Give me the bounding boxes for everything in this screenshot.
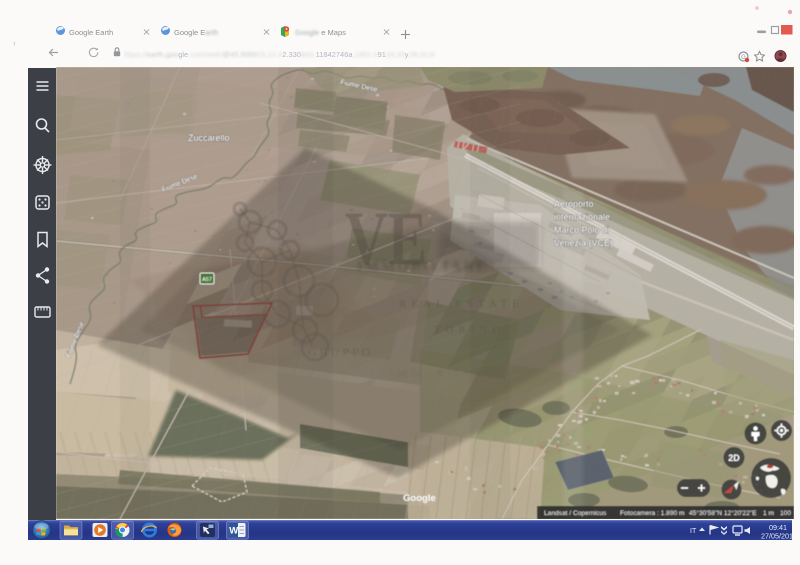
svg-text:r: r [13,40,18,48]
svg-text:27/05/2019: 27/05/2019 [761,531,792,540]
svg-text:GRUPPO: GRUPPO [308,345,373,359]
svg-text:A57: A57 [202,277,212,283]
svg-text:IT: IT [690,528,697,535]
svg-text:Marco Polo di: Marco Polo di [554,225,609,235]
svg-text:REAL ESTATE: REAL ESTATE [399,298,524,310]
svg-text:W: W [229,525,238,536]
svg-text:45°30'58"N 12°20'22"E: 45°30'58"N 12°20'22"E [689,509,757,517]
svg-text:100: 100 [780,510,791,517]
svg-text:Venezia (VCE): Venezia (VCE) [554,238,613,248]
svg-text:Google: Google [403,493,436,504]
svg-text:Fotocamera : 1.890 m: Fotocamera : 1.890 m [620,510,685,517]
svg-text:Zuccarello: Zuccarello [188,133,230,143]
svg-text:IMMOBILIARE: IMMOBILIARE [390,366,504,380]
svg-text:Landsat / Copernicus: Landsat / Copernicus [544,510,607,517]
svg-text:TORINO: TORINO [434,324,505,336]
svg-text:internazionale: internazionale [554,212,610,222]
svg-text:IMMOBILIARE: IMMOBILIARE [357,259,488,275]
svg-text:1 m: 1 m [763,510,774,517]
svg-text:Aeroporto: Aeroporto [554,199,594,209]
svg-text:2D: 2D [728,453,740,463]
